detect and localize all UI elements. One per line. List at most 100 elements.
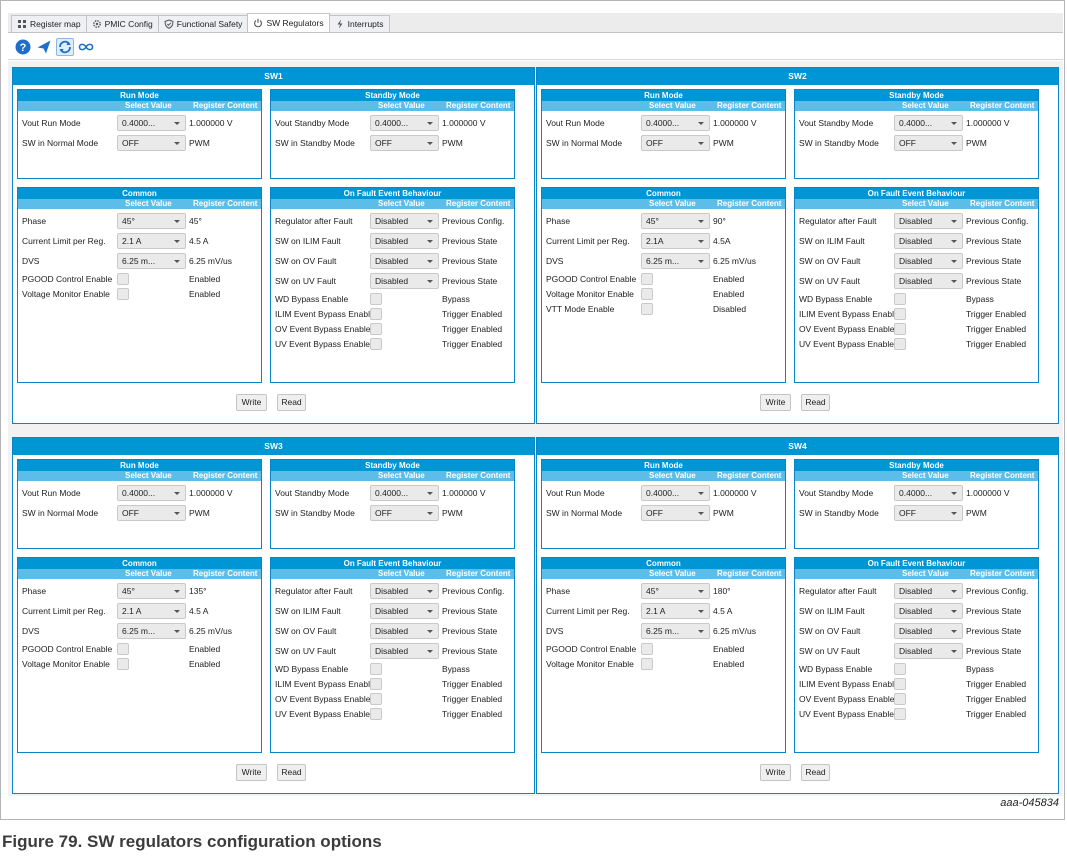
enable-checkbox[interactable] bbox=[370, 338, 382, 350]
column-headers: Select Value Register Content bbox=[271, 569, 514, 579]
enable-checkbox[interactable] bbox=[894, 323, 906, 335]
setting-dropdown[interactable]: 45° bbox=[641, 213, 710, 229]
enable-checkbox[interactable] bbox=[370, 693, 382, 705]
setting-dropdown[interactable]: Disabled bbox=[370, 273, 439, 289]
tab-register-map[interactable]: Register map bbox=[11, 15, 87, 32]
enable-checkbox[interactable] bbox=[117, 643, 129, 655]
setting-dropdown[interactable]: 2.1 A bbox=[641, 603, 710, 619]
tab-interrupts[interactable]: Interrupts bbox=[328, 15, 390, 32]
setting-dropdown[interactable]: 2.1A bbox=[641, 233, 710, 249]
setting-dropdown[interactable]: 2.1 A bbox=[117, 603, 186, 619]
setting-dropdown[interactable]: 0.4000... bbox=[117, 485, 186, 501]
enable-checkbox[interactable] bbox=[370, 708, 382, 720]
regulator-panel-sw1: SW1 Run Mode Select Value Register Content V… bbox=[12, 67, 535, 424]
enable-checkbox[interactable] bbox=[641, 643, 653, 655]
help-button[interactable]: ? bbox=[14, 38, 32, 56]
write-button[interactable]: Write bbox=[236, 394, 267, 411]
setting-dropdown[interactable]: Disabled bbox=[370, 643, 439, 659]
enable-checkbox[interactable] bbox=[370, 678, 382, 690]
register-content-header: Register Content bbox=[717, 569, 782, 578]
checkbox-row: OV Event Bypass Enable Trigger Enabled bbox=[795, 323, 1038, 336]
setting-dropdown[interactable]: Disabled bbox=[370, 603, 439, 619]
select-value-header: Select Value bbox=[649, 199, 696, 208]
enable-checkbox[interactable] bbox=[641, 303, 653, 315]
enable-checkbox[interactable] bbox=[370, 663, 382, 675]
setting-dropdown[interactable]: Disabled bbox=[370, 583, 439, 599]
setting-dropdown[interactable]: 45° bbox=[117, 213, 186, 229]
enable-checkbox[interactable] bbox=[894, 678, 906, 690]
setting-dropdown[interactable]: Disabled bbox=[370, 623, 439, 639]
setting-dropdown[interactable]: Disabled bbox=[894, 623, 963, 639]
setting-dropdown[interactable]: 45° bbox=[117, 583, 186, 599]
setting-dropdown[interactable]: OFF bbox=[117, 505, 186, 521]
tab-functional-safety[interactable]: Functional Safety bbox=[157, 15, 249, 32]
enable-checkbox[interactable] bbox=[894, 708, 906, 720]
setting-dropdown[interactable]: OFF bbox=[370, 135, 439, 151]
setting-dropdown[interactable]: Disabled bbox=[370, 253, 439, 269]
enable-checkbox[interactable] bbox=[641, 288, 653, 300]
setting-dropdown[interactable]: OFF bbox=[641, 135, 710, 151]
send-button[interactable] bbox=[35, 38, 53, 56]
read-button[interactable]: Read bbox=[277, 394, 306, 411]
setting-label: SW on ILIM Fault bbox=[799, 606, 865, 616]
enable-checkbox[interactable] bbox=[894, 663, 906, 675]
write-button[interactable]: Write bbox=[760, 394, 791, 411]
setting-dropdown[interactable]: 2.1 A bbox=[117, 233, 186, 249]
enable-checkbox[interactable] bbox=[894, 693, 906, 705]
setting-dropdown[interactable]: Disabled bbox=[894, 233, 963, 249]
read-button[interactable]: Read bbox=[277, 764, 306, 781]
setting-dropdown[interactable]: 6.25 m... bbox=[641, 253, 710, 269]
write-button[interactable]: Write bbox=[236, 764, 267, 781]
setting-dropdown[interactable]: OFF bbox=[894, 135, 963, 151]
setting-dropdown[interactable]: 45° bbox=[641, 583, 710, 599]
continuous-button[interactable] bbox=[77, 38, 95, 56]
setting-dropdown[interactable]: Disabled bbox=[894, 253, 963, 269]
enable-checkbox[interactable] bbox=[641, 273, 653, 285]
setting-dropdown[interactable]: OFF bbox=[641, 505, 710, 521]
checkbox-row: ILIM Event Bypass Enable Trigger Enabled bbox=[271, 678, 514, 691]
write-button[interactable]: Write bbox=[760, 764, 791, 781]
setting-dropdown[interactable]: 0.4000... bbox=[370, 115, 439, 131]
setting-dropdown[interactable]: Disabled bbox=[894, 603, 963, 619]
regulator-title: SW1 bbox=[13, 68, 534, 85]
setting-label: SW on UV Fault bbox=[799, 276, 860, 286]
register-value: 135° bbox=[189, 586, 207, 596]
fault-behaviour-title: On Fault Event Behaviour bbox=[271, 188, 514, 199]
tab-sw-regulators[interactable]: SW Regulators bbox=[247, 13, 330, 32]
setting-dropdown[interactable]: 0.4000... bbox=[370, 485, 439, 501]
enable-checkbox[interactable] bbox=[894, 308, 906, 320]
setting-dropdown[interactable]: 0.4000... bbox=[117, 115, 186, 131]
enable-checkbox[interactable] bbox=[117, 288, 129, 300]
setting-dropdown[interactable]: 6.25 m... bbox=[117, 253, 186, 269]
setting-dropdown[interactable]: OFF bbox=[894, 505, 963, 521]
checkbox-row: UV Event Bypass Enable Trigger Enabled bbox=[795, 338, 1038, 351]
setting-dropdown[interactable]: 0.4000... bbox=[641, 115, 710, 131]
setting-dropdown[interactable]: Disabled bbox=[894, 213, 963, 229]
setting-dropdown[interactable]: Disabled bbox=[370, 233, 439, 249]
setting-dropdown[interactable]: OFF bbox=[370, 505, 439, 521]
run-mode-section: Run Mode Select Value Register Content Vout… bbox=[17, 89, 262, 179]
enable-checkbox[interactable] bbox=[370, 293, 382, 305]
enable-checkbox[interactable] bbox=[117, 273, 129, 285]
setting-dropdown[interactable]: Disabled bbox=[370, 213, 439, 229]
setting-dropdown[interactable]: Disabled bbox=[894, 643, 963, 659]
read-button[interactable]: Read bbox=[801, 394, 830, 411]
setting-dropdown[interactable]: 6.25 m... bbox=[641, 623, 710, 639]
enable-checkbox[interactable] bbox=[894, 338, 906, 350]
setting-dropdown[interactable]: 0.4000... bbox=[894, 485, 963, 501]
setting-dropdown[interactable]: Disabled bbox=[894, 583, 963, 599]
enable-checkbox[interactable] bbox=[641, 658, 653, 670]
checkbox-row: OV Event Bypass Enable Trigger Enabled bbox=[271, 323, 514, 336]
enable-checkbox[interactable] bbox=[894, 293, 906, 305]
enable-checkbox[interactable] bbox=[370, 308, 382, 320]
setting-dropdown[interactable]: 0.4000... bbox=[894, 115, 963, 131]
setting-dropdown[interactable]: 6.25 m... bbox=[117, 623, 186, 639]
tab-pmic-config[interactable]: PMIC Config bbox=[85, 15, 159, 32]
setting-dropdown[interactable]: 0.4000... bbox=[641, 485, 710, 501]
setting-dropdown[interactable]: Disabled bbox=[894, 273, 963, 289]
enable-checkbox[interactable] bbox=[117, 658, 129, 670]
setting-dropdown[interactable]: OFF bbox=[117, 135, 186, 151]
read-button[interactable]: Read bbox=[801, 764, 830, 781]
sync-button[interactable] bbox=[56, 37, 74, 56]
enable-checkbox[interactable] bbox=[370, 323, 382, 335]
